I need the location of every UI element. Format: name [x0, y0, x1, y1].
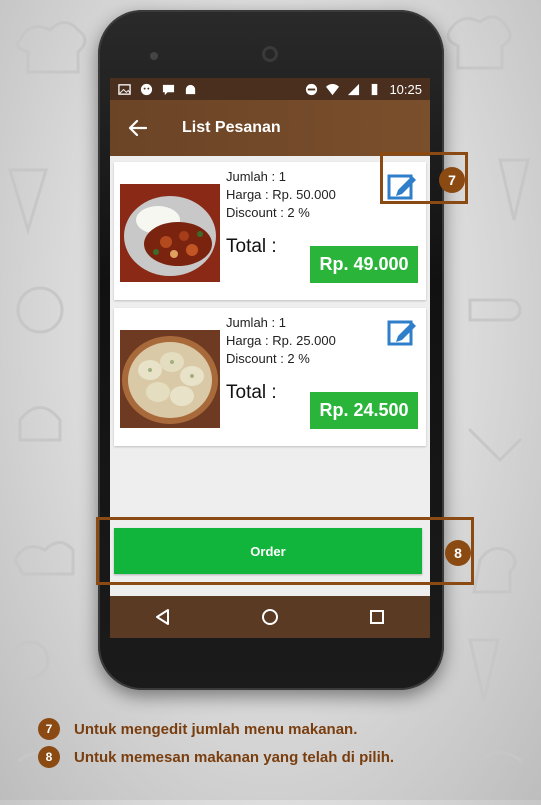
status-time: 10:25 [389, 81, 422, 97]
navigation-bar [110, 596, 430, 638]
page-title: List Pesanan [182, 119, 281, 136]
legend-badge: 7 [38, 718, 60, 740]
chat-notification-icon [162, 84, 175, 95]
status-bar: 10:25 [110, 78, 430, 100]
price-text: Harga : Rp. 25.000 [226, 333, 336, 348]
price-text: Harga : Rp. 50.000 [226, 187, 336, 202]
bear-app-notification-icon [140, 83, 153, 95]
quantity-text: Jumlah : 1 [226, 315, 286, 330]
order-item-card: Jumlah : 1 Harga : Rp. 25.000 Discount :… [114, 308, 426, 446]
legend-badge: 8 [38, 746, 60, 768]
edit-callout-badge: 7 [439, 167, 465, 193]
discount-text: Discount : 2 % [226, 351, 310, 366]
phone-sensor [150, 52, 158, 60]
total-label: Total : [226, 236, 277, 257]
legend-row: 7 Untuk mengedit jumlah menu makanan. [38, 718, 394, 740]
recents-square-icon[interactable] [367, 607, 387, 627]
legend-text: Untuk memesan makanan yang telah di pili… [74, 748, 395, 766]
total-price-badge: Rp. 49.000 [310, 246, 418, 283]
order-item-details: Jumlah : 1 Harga : Rp. 50.000 Discount :… [226, 168, 336, 222]
discount-text: Discount : 2 % [226, 205, 310, 220]
order-callout-badge: 8 [445, 540, 471, 566]
app-bar: List Pesanan [110, 100, 430, 156]
order-item-details: Jumlah : 1 Harga : Rp. 25.000 Discount :… [226, 314, 336, 368]
do-not-disturb-icon [306, 83, 318, 95]
legend: 7 Untuk mengedit jumlah menu makanan. 8 … [38, 718, 394, 774]
order-callout-box [96, 517, 474, 585]
signal-icon [348, 83, 360, 95]
food-image [120, 330, 220, 428]
legend-text: Untuk mengedit jumlah menu makanan. [74, 720, 358, 738]
phone-camera [262, 46, 278, 62]
food-image [120, 184, 220, 282]
image-notification-icon [118, 83, 131, 95]
quantity-text: Jumlah : 1 [226, 169, 286, 184]
total-price-badge: Rp. 24.500 [310, 392, 418, 429]
edit-icon[interactable] [386, 316, 418, 348]
back-arrow-icon[interactable] [126, 116, 150, 140]
back-triangle-icon[interactable] [153, 607, 173, 627]
home-circle-icon[interactable] [260, 607, 280, 627]
android-notification-icon [185, 84, 196, 94]
battery-icon [372, 83, 378, 95]
legend-row: 8 Untuk memesan makanan yang telah di pi… [38, 746, 394, 768]
total-label: Total : [226, 382, 277, 403]
wifi-icon [326, 83, 340, 95]
phone-frame: 10:25 List Pesanan Jumlah: 1 Harga: Rp… [98, 10, 444, 690]
